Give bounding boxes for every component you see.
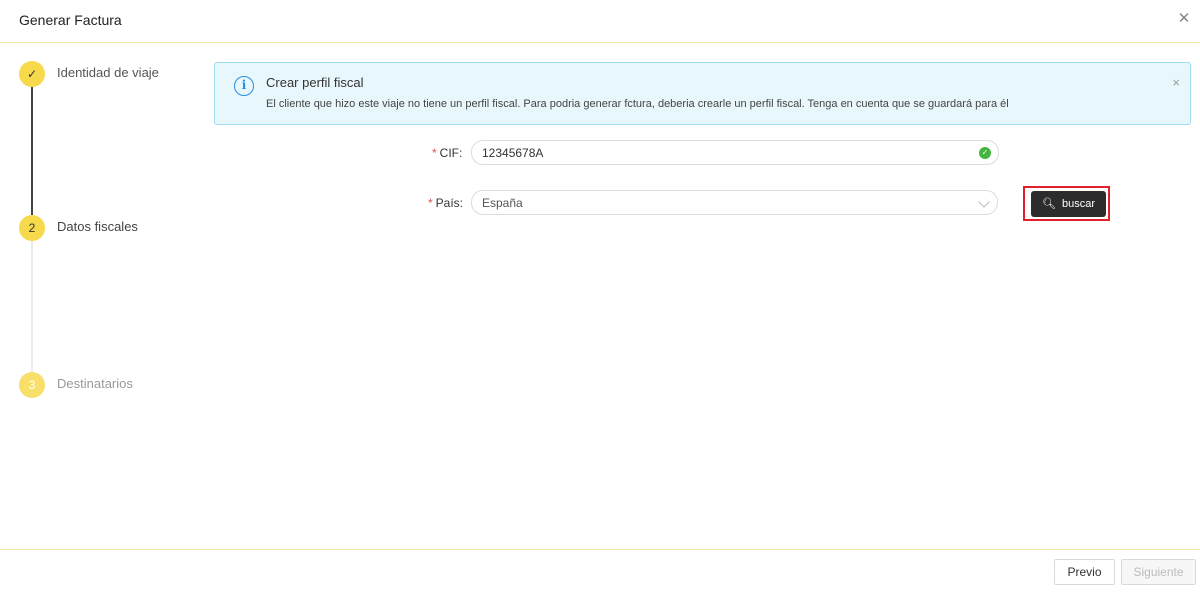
step-label: Identidad de viaje bbox=[57, 65, 159, 80]
close-icon[interactable]: ✕ bbox=[1176, 11, 1192, 27]
modal-header: Generar Factura ✕ bbox=[0, 0, 1200, 43]
alert-close-icon[interactable]: × bbox=[1172, 75, 1180, 90]
cif-label-text: CIF: bbox=[439, 146, 463, 160]
chevron-down-icon bbox=[978, 196, 990, 208]
required-mark: * bbox=[432, 146, 437, 160]
check-circle-icon: ✓ bbox=[979, 147, 991, 159]
cif-input[interactable]: 12345678A ✓ bbox=[471, 140, 999, 165]
search-icon: 🔍︎ bbox=[1042, 198, 1056, 210]
modal-footer: Previo Siguiente bbox=[0, 549, 1200, 592]
step-connector bbox=[31, 87, 33, 215]
pais-label-text: País: bbox=[435, 196, 464, 210]
cif-label: * CIF: bbox=[432, 146, 462, 160]
pais-label: * País: bbox=[428, 196, 463, 210]
alert-message: El cliente que hizo este viaje no tiene … bbox=[266, 98, 1009, 110]
search-button[interactable]: 🔍︎ buscar bbox=[1031, 191, 1106, 217]
info-alert: i Crear perfil fiscal El cliente que hiz… bbox=[214, 62, 1191, 125]
cif-value: 12345678A bbox=[482, 146, 544, 160]
next-button[interactable]: Siguiente bbox=[1121, 559, 1196, 585]
modal-title: Generar Factura bbox=[19, 12, 122, 28]
step-number: 2 bbox=[19, 215, 45, 241]
step-number: 3 bbox=[19, 372, 45, 398]
required-mark: * bbox=[428, 196, 433, 210]
stepper: ✓ Identidad de viaje 2 Datos fiscales 3 … bbox=[0, 44, 200, 544]
step-label: Destinatarios bbox=[57, 376, 133, 391]
pais-select[interactable]: España bbox=[471, 190, 998, 215]
search-button-label: buscar bbox=[1061, 198, 1095, 210]
info-icon: i bbox=[234, 76, 254, 96]
alert-title: Crear perfil fiscal bbox=[266, 75, 364, 90]
checkmark-icon: ✓ bbox=[19, 61, 45, 87]
step-connector bbox=[31, 241, 33, 372]
previous-button[interactable]: Previo bbox=[1054, 559, 1115, 585]
pais-value: España bbox=[482, 196, 523, 210]
step-label: Datos fiscales bbox=[57, 219, 138, 234]
search-button-highlight: 🔍︎ buscar bbox=[1023, 186, 1110, 221]
